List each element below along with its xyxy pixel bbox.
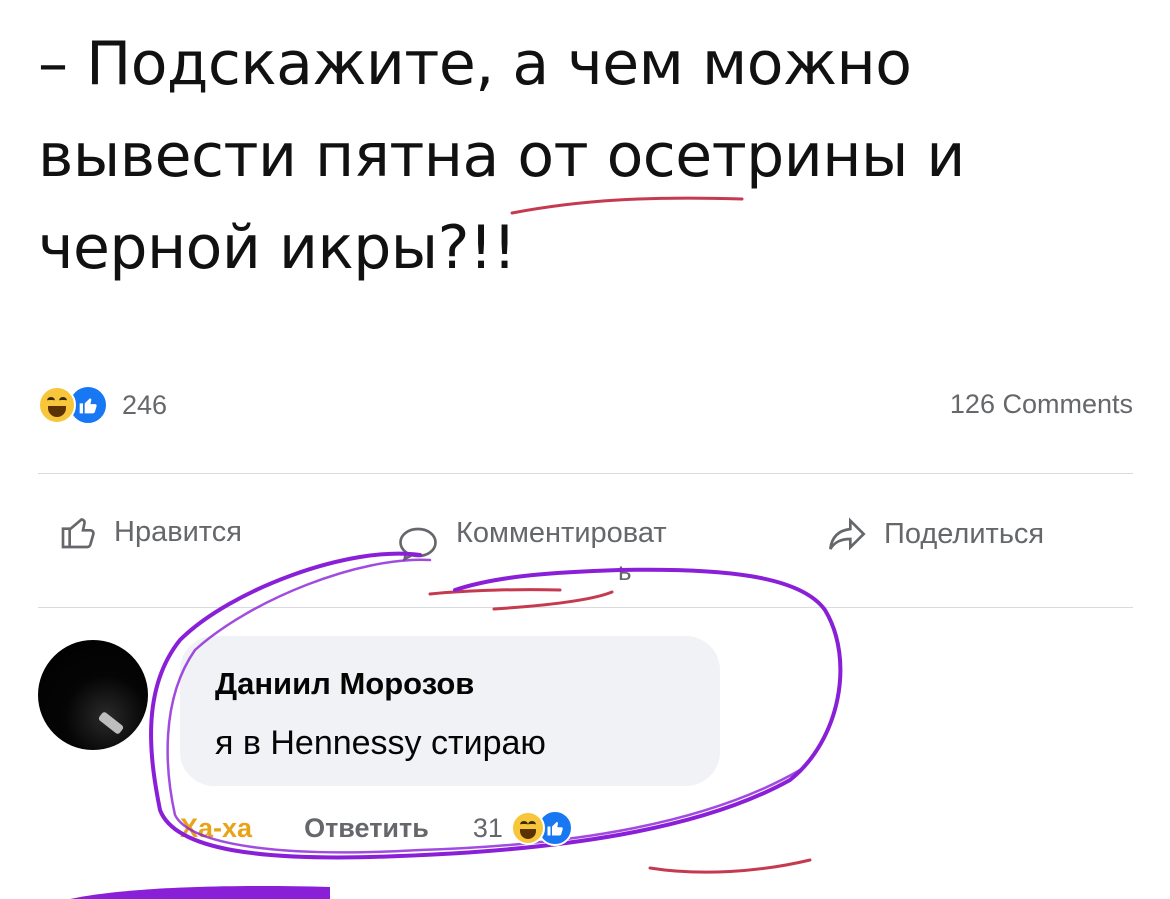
reaction-count: 246 xyxy=(122,389,168,420)
haha-emoji-icon xyxy=(510,811,545,845)
share-button-label: Поделиться xyxy=(884,517,1045,550)
comment-meta: Ха-ха Ответить 31 xyxy=(180,810,573,846)
comment-reactions[interactable] xyxy=(510,810,573,846)
divider-top xyxy=(38,473,1133,474)
comment-author[interactable]: Даниил Морозов xyxy=(215,666,474,702)
post-text: – Подскажите, а чем можно вывести пятна … xyxy=(38,18,1128,294)
comment-bubble-icon xyxy=(399,527,437,562)
post-text-line-3: черной икры?!! xyxy=(38,213,517,283)
reply-button[interactable]: Ответить xyxy=(304,813,429,844)
divider-bottom xyxy=(38,607,1133,608)
post-text-line-1: – Подскажите, а чем можно xyxy=(38,29,912,99)
red-underline-stroke xyxy=(428,588,562,596)
share-arrow-icon xyxy=(829,517,866,551)
red-underline-stroke xyxy=(648,858,812,874)
comment-item: Даниил Морозов я в Hennessy стираю xyxy=(38,636,1133,816)
reactions-summary[interactable]: 246 xyxy=(38,385,167,425)
comment-bubble: Даниил Морозов я в Hennessy стираю xyxy=(180,636,720,786)
comment-text: я в Hennessy стираю xyxy=(215,724,546,762)
share-button[interactable]: Поделиться xyxy=(826,514,1044,554)
thumbs-up-icon xyxy=(61,518,95,549)
like-button[interactable]: Нравится xyxy=(58,512,242,552)
comments-count-link[interactable]: 126 Comments xyxy=(950,389,1133,420)
comment-button-label: Комментироват xyxy=(456,516,667,549)
like-button-label: Нравится xyxy=(114,515,242,548)
post-actions-bar: Нравится Комментироват ь Поделиться xyxy=(38,500,1133,586)
haha-emoji-icon xyxy=(38,386,76,424)
post-text-line-2: вывести пятна от осетрины и xyxy=(38,121,965,191)
haha-reaction-button[interactable]: Ха-ха xyxy=(180,813,252,844)
comment-button[interactable]: Комментироват xyxy=(396,502,667,564)
comment-reaction-count: 31 xyxy=(472,812,503,843)
comment-label-overflow: ь xyxy=(618,556,632,586)
avatar[interactable] xyxy=(38,640,148,750)
purple-scribble-bottom xyxy=(70,886,330,899)
post-stats: 246 126 Comments xyxy=(38,385,1133,435)
